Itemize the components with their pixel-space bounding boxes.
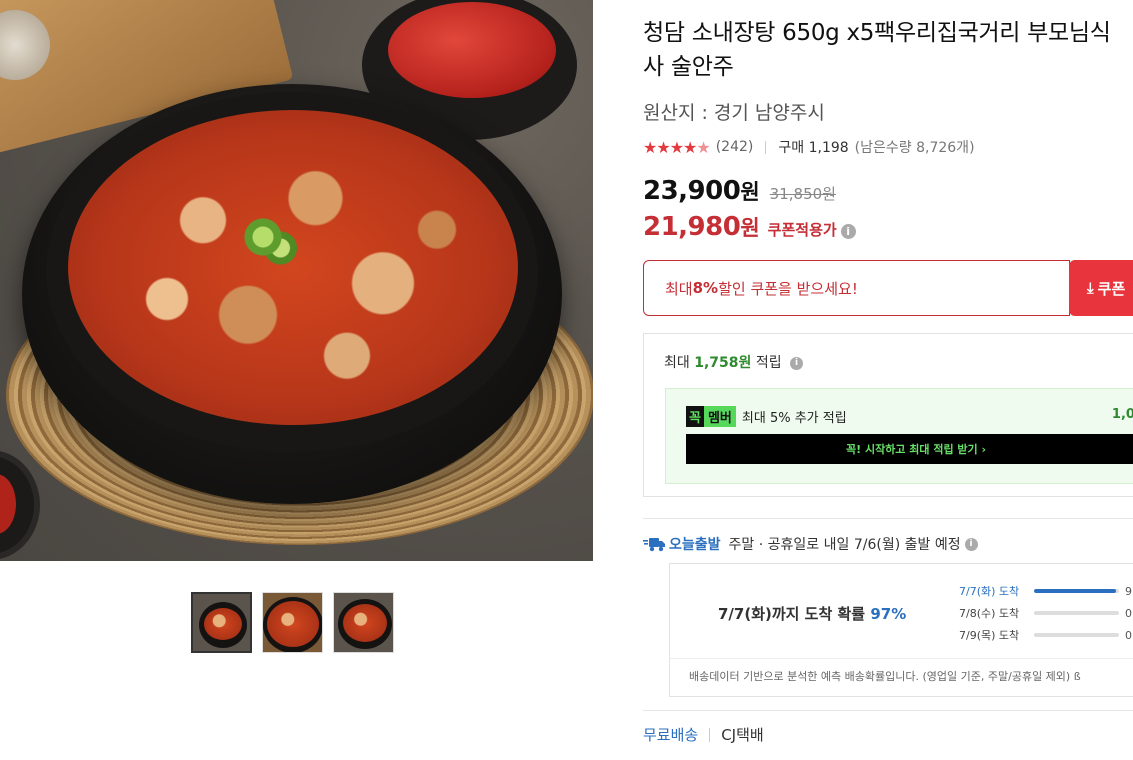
arrival-note: 배송데이터 기반으로 분석한 예측 배송확률입니다. (영업일 기준, 주말/공… [689, 670, 1081, 683]
arrival-bar-track [1034, 633, 1119, 637]
kkok-start-button[interactable]: 꼭! 시작하고 최대 적립 받기 › [686, 434, 1133, 464]
info-icon[interactable]: i [790, 356, 804, 370]
main-product-image [0, 0, 593, 561]
points-amount: 1,758원 [694, 355, 752, 371]
coupon-banner[interactable]: 최대 8% 할인 쿠폰을 받으세요! [643, 260, 1070, 316]
purchase-count: 구매 1,198 [778, 140, 849, 156]
arrival-bar-percent: 0 [1125, 606, 1132, 620]
review-count-link[interactable]: (242) [716, 139, 754, 155]
carrier-label: CJ택배 [721, 726, 764, 744]
sale-price: 23,900 [643, 176, 741, 206]
product-title: 청담 소내장탕 650g x5팩우리집국거리 부모님식사 술안주 [643, 20, 1111, 80]
delivery-info: 무료배송 CJ택배 [643, 724, 764, 745]
info-icon[interactable]: i [840, 224, 856, 239]
arrival-date-label: 7/7(화) 도착 [959, 585, 1020, 598]
kkok-member-row: 꼭 멤버 최대 5% 추가 적립 [686, 406, 847, 427]
arrival-bar-row: 7/9(목) 도착 0 [959, 624, 1132, 646]
divider [765, 140, 767, 154]
arrival-probability: 7/7(화)까지 도착 확률 97% [718, 603, 906, 624]
arrival-summary: 7/7(화)까지 도착 확률 97% 7/7(화) 도착 9 7/8(수) 도착… [670, 564, 1133, 659]
divider [709, 727, 711, 742]
kkok-text: 최대 5% 추가 적립 [741, 411, 847, 426]
arrival-bar-percent: 9 [1125, 584, 1132, 598]
section-divider [643, 710, 1133, 711]
probability-text: 7/7(화)까지 도착 확률 [718, 605, 871, 623]
coupon-price: 21,980 [643, 212, 741, 242]
arrival-bar-row: 7/7(화) 도착 9 [959, 580, 1132, 602]
points-text-pre: 최대 [664, 355, 695, 371]
section-divider [643, 518, 1133, 519]
member-badge: 멤버 [703, 406, 736, 427]
scallion-garnish [235, 215, 305, 270]
probability-value: 97% [870, 605, 907, 623]
download-icon: ⤓ [1087, 279, 1094, 297]
points-text-post: 적립 [751, 355, 782, 371]
truck-icon [643, 538, 665, 552]
coupon-price-row: 21,980 원 쿠폰적용가 i [643, 212, 856, 242]
kkok-amount: 1,09 [1111, 407, 1133, 422]
price-row: 23,900 원 31,850원 [643, 176, 836, 206]
arrival-bar-fill [1034, 589, 1117, 593]
info-icon[interactable]: i [964, 537, 978, 551]
arrival-bar-percent: 0 [1125, 628, 1132, 642]
kkok-badge: 꼭 [686, 406, 704, 427]
coupon-button-label: 쿠폰 [1097, 279, 1126, 298]
origin-label: 원산지 : 경기 남양주시 [643, 102, 825, 124]
coupon-download-button[interactable]: ⤓ 쿠폰 [1069, 260, 1133, 316]
arrival-probability-box: 7/7(화)까지 도착 확률 97% 7/7(화) 도착 9 7/8(수) 도착… [669, 563, 1133, 697]
thumbnail-2[interactable] [262, 592, 323, 653]
today-ship-label: 오늘출발 [669, 537, 721, 553]
coupon-text-post: 할인 쿠폰을 받으세요! [718, 279, 858, 298]
kimchi-dish [0, 450, 40, 560]
thumbnail-3[interactable] [333, 592, 394, 653]
free-shipping-label: 무료배송 [643, 726, 699, 744]
points-headline: 최대 1,758원 적립 i [664, 352, 804, 372]
arrival-bars: 7/7(화) 도착 9 7/8(수) 도착 0 7/9(목) 도착 0 [959, 580, 1132, 646]
arrival-date-label: 7/9(목) 도착 [959, 629, 1020, 642]
arrival-bar-track [1034, 589, 1119, 593]
arrival-bar-row: 7/8(수) 도착 0 [959, 602, 1132, 624]
red-pepper-sauce [388, 2, 556, 98]
review-summary: ★★★★★ (242) 구매 1,198 (남은수량 8,726개) [643, 137, 975, 157]
beef-tripe-stew [68, 110, 518, 425]
shipping-row: 오늘출발 주말 · 공휴일로 내일 7/6(월) 출발 예정 i [643, 534, 978, 554]
currency-unit: 원 [740, 180, 760, 204]
coupon-text-pre: 최대 [665, 279, 693, 298]
arrival-bar-track [1034, 611, 1119, 615]
thumbnail-strip [191, 592, 394, 653]
star-icon: ★★★★ [643, 137, 697, 157]
thumbnail-1[interactable] [191, 592, 252, 653]
original-price: 31,850원 [769, 185, 836, 203]
star-rating[interactable]: ★★★★★ [643, 137, 711, 157]
arrival-date-label: 7/8(수) 도착 [959, 607, 1020, 620]
coupon-applicable-label: 쿠폰적용가 [767, 221, 837, 239]
remaining-stock: (남은수량 8,726개) [854, 140, 975, 156]
coupon-rate: 8% [692, 279, 719, 297]
points-box: 최대 1,758원 적립 i 꼭 멤버 최대 5% 추가 적립 1,09 꼭! … [643, 333, 1133, 497]
coupon-currency-unit: 원 [740, 216, 760, 240]
kkok-member-box: 꼭 멤버 최대 5% 추가 적립 1,09 꼭! 시작하고 최대 적립 받기 › [665, 388, 1133, 484]
ship-message: 주말 · 공휴일로 내일 7/6(월) 출발 예정 [728, 537, 961, 553]
half-star-icon: ★ [696, 137, 710, 157]
